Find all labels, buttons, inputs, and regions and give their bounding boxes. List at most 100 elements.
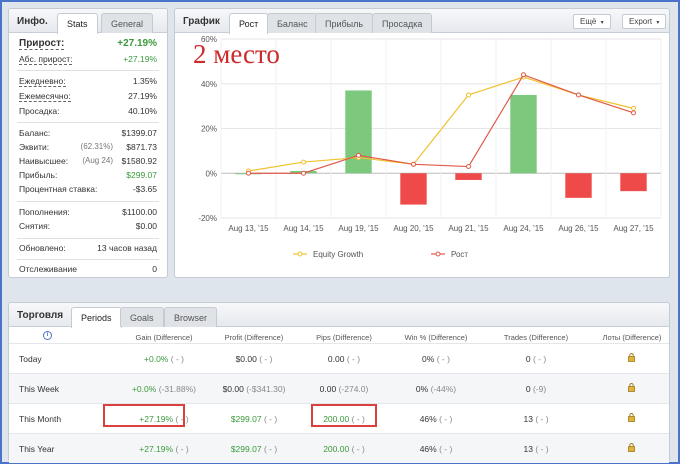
x-tick-label: Aug 20, '15: [393, 224, 434, 233]
stat-label: Наивысшее:: [19, 156, 69, 166]
x-tick-label: Aug 19, '15: [338, 224, 379, 233]
info-panel: Инфо. Stats General Прирост: +27.19% Абс…: [8, 8, 168, 278]
table-row: This Year +27.19% ( - ) $299.07 ( - ) 20…: [9, 433, 669, 463]
overlay-annotation: 2 место: [193, 39, 280, 69]
stat-value: +27.19%: [117, 38, 157, 49]
tab-general[interactable]: General: [101, 13, 154, 33]
stat-row-balance: Баланс: $1399.07: [19, 128, 157, 141]
stat-row-abs-growth: Абс. прирост: +27.19%: [19, 54, 157, 67]
lock-icon[interactable]: [628, 413, 635, 422]
data-point: [466, 164, 471, 170]
lock-icon[interactable]: [628, 443, 635, 452]
col-header-win[interactable]: Win % (Difference): [381, 333, 491, 342]
data-point: [301, 170, 306, 176]
stat-row-interest: Процентная ставка: -$3.65: [19, 184, 157, 197]
data-point: [466, 92, 471, 98]
stat-row-deposits: Пополнения: $1100.00: [19, 207, 157, 220]
stat-value: 13 часов назад: [97, 243, 157, 253]
stat-value: 1.35%: [132, 76, 157, 86]
trading-panel-title: Торговля: [17, 310, 64, 321]
highlight-gain-box: [103, 404, 185, 427]
stat-label: Прибыль:: [19, 170, 58, 180]
stat-label: Эквити:: [19, 142, 50, 152]
win-cell: 46% ( - ): [419, 414, 453, 424]
stat-row-growth: Прирост: +27.19%: [19, 38, 157, 53]
data-point: [356, 152, 361, 158]
tab-periods[interactable]: Periods: [71, 307, 122, 328]
tab-goals[interactable]: Goals: [120, 307, 164, 327]
x-tick-label: Aug 13, '15: [228, 224, 269, 233]
bar: [620, 173, 647, 192]
stat-label[interactable]: Прирост:: [19, 38, 65, 50]
row-label: This Week: [19, 384, 59, 394]
trades-cell: 13 ( - ): [523, 444, 549, 454]
col-header-lots[interactable]: Лоты (Difference): [577, 333, 680, 342]
stat-value: 40.10%: [128, 106, 157, 116]
trading-panel: Торговля Periods Goals Browser i Gain (D…: [8, 302, 670, 463]
x-tick-label: Aug 24, '15: [503, 224, 544, 233]
stat-row-drawdown: Просадка: 40.10%: [19, 106, 157, 119]
lock-icon[interactable]: [628, 353, 635, 362]
x-tick-label: Aug 27, '15: [613, 224, 654, 233]
stat-row-daily: Ежедневно: 1.35%: [19, 76, 157, 89]
win-cell: 46% ( - ): [419, 444, 453, 454]
stat-value: 0: [152, 264, 157, 274]
stat-label[interactable]: Абс. прирост:: [19, 54, 73, 65]
stat-label: Пополнения:: [19, 207, 70, 217]
legend-label: Equity Growth: [313, 250, 363, 259]
y-tick-label: -20%: [198, 214, 217, 223]
stat-sub: (Aug 24): [82, 156, 113, 165]
screen-frame: Инфо. Stats General Прирост: +27.19% Абс…: [0, 0, 680, 464]
trades-cell: 13 ( - ): [523, 414, 549, 424]
trading-panel-header: Торговля Periods Goals Browser: [9, 303, 669, 328]
divider: [17, 70, 159, 71]
data-point: [411, 161, 416, 167]
y-tick-label: 20%: [201, 125, 217, 134]
stat-row-withdrawals: Снятия: $0.00: [19, 221, 157, 234]
win-cell: 0% ( - ): [422, 354, 450, 364]
data-point: [576, 92, 581, 98]
table-row: Today +0.0% ( - ) $0.00 ( - ) 0.00 ( - )…: [9, 343, 669, 373]
tab-browser[interactable]: Browser: [164, 307, 218, 327]
stat-label: Баланс:: [19, 128, 51, 138]
divider: [17, 122, 159, 123]
stat-value: +27.19%: [123, 54, 157, 64]
divider: [17, 259, 159, 260]
lock-icon[interactable]: [628, 383, 635, 392]
stat-value: $871.73: [126, 142, 157, 152]
table-row: This Week +0.0% (-31.88%) $0.00 (-$341.3…: [9, 373, 669, 403]
legend-label: Рост: [451, 250, 468, 259]
trades-cell: 0 (-9): [525, 384, 547, 394]
info-panel-header: Инфо. Stats General: [9, 9, 167, 34]
col-header-trades[interactable]: Trades (Difference): [481, 333, 591, 342]
stat-value: $299.07: [126, 170, 157, 180]
data-point: [521, 72, 526, 78]
bar: [345, 90, 372, 174]
stat-label: Снятия:: [19, 221, 51, 231]
stat-sub: (62.31%): [80, 142, 113, 151]
x-tick-label: Aug 21, '15: [448, 224, 489, 233]
row-label: Today: [19, 354, 42, 364]
legend-marker: [297, 251, 303, 257]
stat-label[interactable]: Ежемесячно:: [19, 91, 71, 102]
stat-row-monthly: Ежемесячно: 27.19%: [19, 91, 157, 104]
data-point: [246, 170, 251, 176]
bar: [510, 94, 537, 174]
bar: [400, 173, 427, 205]
bar: [565, 173, 592, 198]
stat-value: $0.00: [135, 221, 157, 231]
bar: [455, 173, 482, 180]
highlight-pips-box: [311, 404, 377, 427]
stat-row-profit: Прибыль: $299.07: [19, 170, 157, 183]
stat-value: 27.19%: [128, 91, 157, 101]
stat-row-highest: Наивысшее: (Aug 24) $1580.92: [19, 156, 157, 169]
info-icon[interactable]: i: [43, 331, 52, 340]
row-label: This Month: [19, 414, 62, 424]
stat-row-updated: Обновлено: 13 часов назад: [19, 243, 157, 256]
stat-value: -$3.65: [132, 184, 157, 194]
stat-value: $1580.92: [121, 156, 157, 166]
stat-label[interactable]: Ежедневно:: [19, 76, 66, 87]
y-tick-label: 40%: [201, 80, 217, 89]
tab-stats[interactable]: Stats: [57, 13, 98, 34]
legend-marker: [435, 251, 441, 257]
